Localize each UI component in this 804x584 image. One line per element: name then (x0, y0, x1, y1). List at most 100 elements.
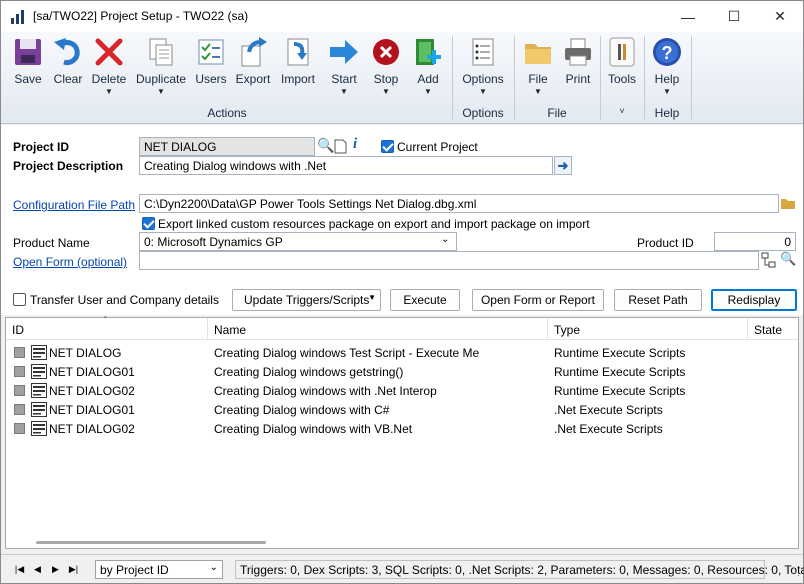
row-id: NET DIALOG02 (49, 422, 135, 436)
tools-dropdown-icon[interactable]: ˅ (605, 106, 639, 116)
printer-icon (565, 38, 591, 66)
row-type: Runtime Execute Scripts (554, 365, 686, 379)
export-linked-checkbox[interactable] (142, 217, 155, 230)
group-separator (691, 36, 692, 120)
open-form-or-report-button[interactable]: Open Form or Report (472, 289, 604, 311)
column-header-name[interactable]: Name (208, 318, 548, 340)
chevron-down-icon: ▼ (663, 87, 671, 96)
tree-lookup-icon[interactable] (761, 252, 778, 269)
group-label-file: File (547, 106, 567, 120)
open-form-link[interactable]: Open Form (optional) (13, 255, 127, 269)
column-header-state[interactable]: State (748, 318, 798, 340)
row-name: Creating Dialog windows Test Script - Ex… (214, 346, 480, 360)
stop-button[interactable]: Stop ▼ (369, 36, 403, 98)
row-type: .Net Execute Scripts (554, 403, 663, 417)
product-id-label: Product ID (637, 236, 694, 250)
add-button[interactable]: Add ▼ (411, 36, 445, 98)
print-button[interactable]: Print (561, 36, 595, 98)
group-label-actions: Actions (207, 106, 247, 120)
table-row[interactable]: NET DIALOG01 Creating Dialog windows with… (6, 400, 798, 419)
resize-grip-icon[interactable]: ⋱ (791, 567, 800, 578)
row-id: NET DIALOG (49, 346, 122, 360)
duplicate-icon (149, 38, 173, 66)
tools-icon (609, 37, 635, 67)
row-checkbox[interactable] (14, 366, 25, 377)
maximize-button[interactable]: ☐ (711, 1, 757, 32)
clear-button[interactable]: Clear (51, 36, 85, 98)
table-row[interactable]: NET DIALOG01 Creating Dialog windows gets… (6, 362, 798, 381)
search-icon[interactable]: 🔍 (780, 251, 796, 267)
group-label-options: Options (462, 106, 504, 120)
current-project-checkbox[interactable] (381, 140, 394, 153)
expand-arrow-icon[interactable]: ➜ (554, 156, 572, 175)
start-button[interactable]: Start ▼ (327, 36, 361, 98)
column-header-id[interactable]: ID ⌃ (6, 315, 208, 340)
tools-button[interactable]: Tools (605, 36, 639, 98)
row-checkbox[interactable] (14, 423, 25, 434)
column-header-type[interactable]: Type (548, 318, 748, 340)
stop-icon (373, 39, 399, 65)
project-id-field[interactable]: NET DIALOG (139, 137, 315, 156)
first-record-icon[interactable]: |◀ (11, 561, 28, 578)
table-row[interactable]: NET DIALOG02 Creating Dialog windows with… (6, 381, 798, 400)
note-icon[interactable] (334, 139, 347, 154)
project-description-field[interactable]: Creating Dialog windows with .Net (139, 156, 553, 175)
row-name: Creating Dialog windows with VB.Net (214, 422, 413, 436)
product-name-select[interactable]: 0: Microsoft Dynamics GP (139, 232, 457, 251)
project-description-label: Project Description (13, 159, 124, 173)
horizontal-scrollbar[interactable] (36, 541, 266, 544)
transfer-details-checkbox[interactable] (13, 293, 26, 306)
close-button[interactable]: ✕ (757, 1, 803, 32)
reset-path-button[interactable]: Reset Path (614, 289, 702, 311)
lookup-icon[interactable]: 🔍 (317, 137, 334, 154)
project-setup-window: [sa/TWO22] Project Setup - TWO22 (sa) — … (0, 0, 804, 584)
duplicate-button[interactable]: Duplicate ▼ (135, 36, 187, 98)
minimize-button[interactable]: — (665, 1, 711, 32)
info-icon[interactable]: i (353, 136, 357, 153)
last-record-icon[interactable]: ▶| (65, 561, 82, 578)
folder-icon (525, 44, 551, 64)
script-icon (31, 345, 47, 360)
file-button[interactable]: File ▼ (521, 36, 555, 98)
current-project-label: Current Project (397, 140, 478, 154)
open-form-field[interactable] (139, 251, 759, 270)
status-summary: Triggers: 0, Dex Scripts: 3, SQL Scripts… (235, 560, 804, 579)
row-type: .Net Execute Scripts (554, 422, 663, 436)
redisplay-button[interactable]: Redisplay (711, 289, 797, 311)
export-icon (241, 37, 267, 67)
row-checkbox[interactable] (14, 404, 25, 415)
configuration-file-path-link[interactable]: Configuration File Path (13, 198, 135, 212)
import-button[interactable]: Import (277, 36, 319, 98)
configuration-file-path-field[interactable]: C:\Dyn2200\Data\GP Power Tools Settings … (139, 194, 779, 213)
title-bar: [sa/TWO22] Project Setup - TWO22 (sa) — … (1, 1, 803, 32)
folder-browse-icon[interactable] (780, 195, 796, 211)
options-button[interactable]: Options ▼ (459, 36, 507, 98)
help-button[interactable]: ? Help ▼ (650, 36, 684, 98)
table-row[interactable]: NET DIALOG02 Creating Dialog windows with… (6, 419, 798, 438)
row-checkbox[interactable] (14, 347, 25, 358)
row-type: Runtime Execute Scripts (554, 384, 686, 398)
help-icon: ? (653, 38, 681, 66)
table-row[interactable]: NET DIALOG Creating Dialog windows Test S… (6, 343, 798, 362)
row-id: NET DIALOG01 (49, 403, 135, 417)
chevron-down-icon: ▼ (157, 87, 165, 96)
add-icon (416, 39, 441, 65)
script-icon (31, 402, 47, 417)
chevron-down-icon[interactable]: ⌄ (441, 234, 449, 245)
row-name: Creating Dialog windows with .Net Intero… (214, 384, 437, 398)
scripts-grid: ID ⌃ Name Type State NET DIALOG Creating … (5, 315, 799, 549)
delete-button[interactable]: Delete ▼ (89, 36, 129, 98)
update-triggers-button[interactable]: Update Triggers/Scripts ▼ (232, 289, 381, 311)
previous-record-icon[interactable]: ◀ (29, 561, 46, 578)
options-icon (472, 38, 494, 66)
save-button[interactable]: Save (9, 36, 47, 98)
product-id-field[interactable]: 0 (714, 232, 796, 251)
export-button[interactable]: Export (233, 36, 273, 98)
users-button[interactable]: Users (193, 36, 229, 98)
execute-button[interactable]: Execute (390, 289, 460, 311)
next-record-icon[interactable]: ▶ (47, 561, 64, 578)
row-checkbox[interactable] (14, 385, 25, 396)
row-id: NET DIALOG01 (49, 365, 135, 379)
sort-order-select[interactable]: by Project ID ⌄ (95, 560, 223, 579)
app-chart-icon (11, 10, 24, 24)
